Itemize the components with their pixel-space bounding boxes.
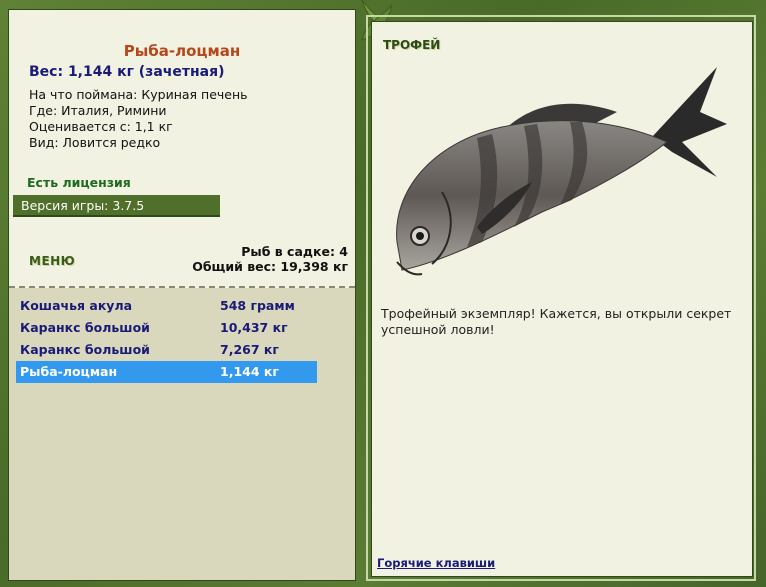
trophy-message: Трофейный экземпляр! Кажется, вы открыли… xyxy=(381,306,732,337)
trophy-panel: ТРОФЕЙ Трофейный экземпляр! Кажется, вы … xyxy=(371,21,753,577)
catch-weight: 548 грамм xyxy=(220,298,295,313)
bait-line: На что поймана: Куриная печень xyxy=(29,87,248,102)
catch-name: Рыба-лоцман xyxy=(20,364,118,379)
fish-info-panel: Рыба-лоцман Вес: 1,144 кг (зачетная) На … xyxy=(8,9,356,581)
menu-button[interactable]: МЕНЮ xyxy=(29,254,75,268)
valued-line: Оценивается с: 1,1 кг xyxy=(29,119,173,134)
catch-name: Каранкс большой xyxy=(20,342,150,357)
license-status: Есть лицензия xyxy=(27,175,131,190)
catch-weight: 1,144 кг xyxy=(220,364,279,379)
divider xyxy=(9,286,355,288)
game-version: Версия игры: 3.7.5 xyxy=(13,195,220,217)
fish-image xyxy=(396,67,727,276)
catch-row[interactable]: Каранкс большой 7,267 кг xyxy=(16,339,317,361)
catch-weight: 7,267 кг xyxy=(220,342,279,357)
type-line: Вид: Ловится редко xyxy=(29,135,161,150)
catch-name: Каранкс большой xyxy=(20,320,150,335)
keepnet-total-weight: Общий вес: 19,398 кг xyxy=(192,259,348,274)
keepnet-summary: Рыб в садке: 4 Общий вес: 19,398 кг xyxy=(192,244,348,274)
location-line: Где: Италия, Римини xyxy=(29,103,167,118)
catch-row[interactable]: Кошачья акула 548 грамм xyxy=(16,295,317,317)
hotkeys-link[interactable]: Горячие клавиши xyxy=(377,556,495,570)
catch-list: Кошачья акула 548 грамм Каранкс большой … xyxy=(9,288,355,580)
catch-weight: 10,437 кг xyxy=(220,320,288,335)
catch-row[interactable]: Каранкс большой 10,437 кг xyxy=(16,317,317,339)
keepnet-count: Рыб в садке: 4 xyxy=(241,244,348,259)
catch-name: Кошачья акула xyxy=(20,298,133,313)
fish-weight: Вес: 1,144 кг (зачетная) xyxy=(29,64,225,80)
catch-row-selected[interactable]: Рыба-лоцман 1,144 кг xyxy=(16,361,317,383)
fish-name: Рыба-лоцман xyxy=(123,42,241,60)
